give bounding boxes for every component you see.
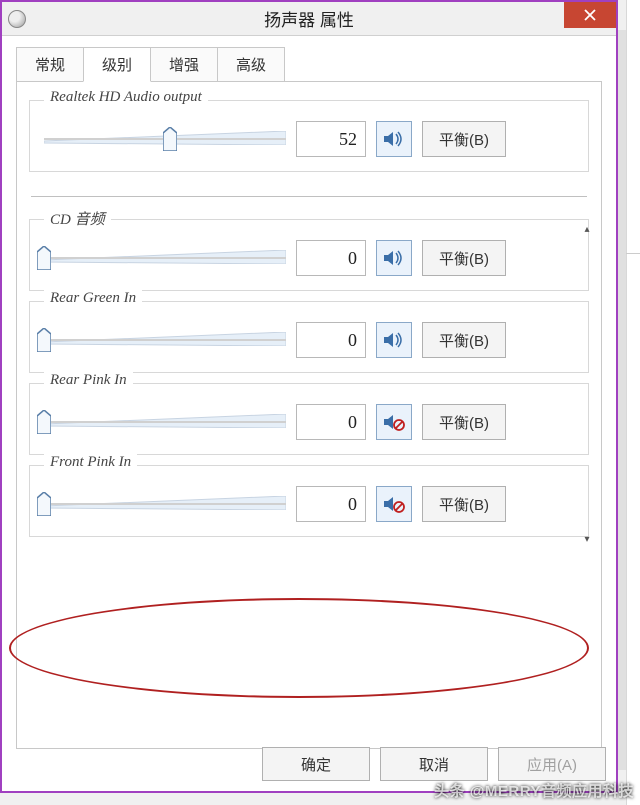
balance-button[interactable]: 平衡(B) — [422, 404, 506, 440]
scroll-down-icon[interactable]: ▾ — [577, 529, 597, 549]
group-label: Rear Green In — [44, 290, 142, 307]
mute-button[interactable] — [376, 486, 412, 522]
scrollbar[interactable]: ▴ ▾ — [577, 219, 597, 549]
scroll-up-icon[interactable]: ▴ — [577, 219, 597, 239]
volume-value[interactable] — [296, 322, 366, 358]
speaker-muted-icon — [383, 413, 405, 431]
group-main-output: Realtek HD Audio output 平衡(B) — [29, 100, 589, 172]
cancel-button[interactable]: 取消 — [380, 747, 488, 781]
group-input-2: Rear Pink In平衡(B) — [29, 383, 589, 455]
group-input-1: Rear Green In平衡(B) — [29, 301, 589, 373]
volume-slider[interactable] — [44, 490, 286, 518]
volume-value[interactable] — [296, 240, 366, 276]
titlebar: 扬声器 属性 — [2, 2, 616, 36]
app-icon — [8, 10, 26, 28]
close-button[interactable] — [564, 2, 616, 28]
close-icon — [584, 9, 596, 21]
group-label: Realtek HD Audio output — [44, 89, 208, 106]
inputs-scroll-area: CD 音频平衡(B)Rear Green In平衡(B)Rear Pink In… — [29, 219, 589, 549]
speaker-icon — [383, 331, 405, 349]
group-input-3: Front Pink In平衡(B) — [29, 465, 589, 537]
tab-enhance[interactable]: 增强 — [150, 47, 218, 82]
volume-value[interactable] — [296, 486, 366, 522]
volume-slider[interactable] — [44, 244, 286, 272]
volume-slider[interactable] — [44, 326, 286, 354]
mute-button[interactable] — [376, 322, 412, 358]
tab-advanced[interactable]: 高级 — [217, 47, 285, 82]
group-label: Front Pink In — [44, 454, 137, 471]
mute-button[interactable] — [376, 404, 412, 440]
mute-button[interactable] — [376, 121, 412, 157]
tab-content: Realtek HD Audio output 平衡(B) — [16, 81, 602, 749]
watermark-text: 头条 @MERRY音频应用科技 — [434, 780, 634, 801]
balance-button[interactable]: 平衡(B) — [422, 121, 506, 157]
volume-slider[interactable] — [44, 408, 286, 436]
volume-value[interactable] — [296, 404, 366, 440]
window-title: 扬声器 属性 — [264, 6, 354, 31]
tab-general[interactable]: 常规 — [16, 47, 84, 82]
balance-button[interactable]: 平衡(B) — [422, 240, 506, 276]
volume-value[interactable] — [296, 121, 366, 157]
speaker-muted-icon — [383, 495, 405, 513]
balance-button[interactable]: 平衡(B) — [422, 322, 506, 358]
group-input-0: CD 音频平衡(B) — [29, 219, 589, 291]
separator — [31, 196, 587, 197]
dialog-buttons: 确定 取消 应用(A) — [262, 747, 606, 781]
group-label: Rear Pink In — [44, 372, 133, 389]
balance-button[interactable]: 平衡(B) — [422, 486, 506, 522]
speaker-icon — [383, 130, 405, 148]
properties-window: 扬声器 属性 常规 级别 增强 高级 Realtek HD Audio outp… — [0, 0, 618, 793]
tab-strip: 常规 级别 增强 高级 — [16, 46, 616, 81]
speaker-icon — [383, 249, 405, 267]
ok-button[interactable]: 确定 — [262, 747, 370, 781]
annotation-ellipse — [9, 598, 589, 698]
tab-levels[interactable]: 级别 — [83, 47, 151, 82]
volume-slider[interactable] — [44, 125, 286, 153]
apply-button[interactable]: 应用(A) — [498, 747, 606, 781]
mute-button[interactable] — [376, 240, 412, 276]
group-label: CD 音频 — [44, 208, 111, 229]
